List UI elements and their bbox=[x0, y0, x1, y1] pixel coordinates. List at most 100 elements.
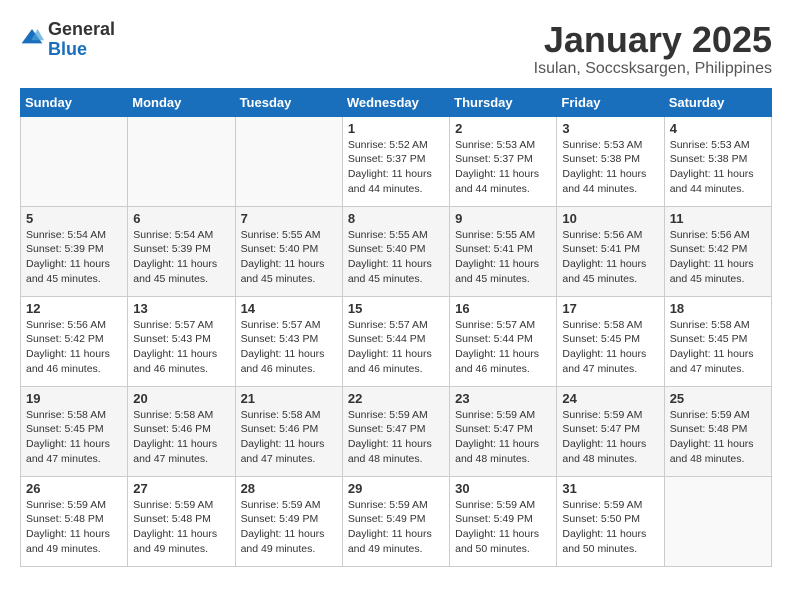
day-info: Sunrise: 5:57 AM Sunset: 5:43 PM Dayligh… bbox=[133, 318, 229, 377]
logo-general: General bbox=[48, 20, 115, 40]
calendar-cell: 22 Sunrise: 5:59 AM Sunset: 5:47 PM Dayli… bbox=[342, 386, 449, 476]
day-number: 25 bbox=[670, 391, 766, 406]
day-info: Sunrise: 5:56 AM Sunset: 5:42 PM Dayligh… bbox=[670, 228, 766, 287]
day-info: Sunrise: 5:59 AM Sunset: 5:47 PM Dayligh… bbox=[348, 408, 444, 467]
logo-icon bbox=[20, 27, 44, 47]
calendar-cell: 21 Sunrise: 5:58 AM Sunset: 5:46 PM Dayli… bbox=[235, 386, 342, 476]
day-info: Sunrise: 5:59 AM Sunset: 5:49 PM Dayligh… bbox=[241, 498, 337, 557]
calendar-title: January 2025 bbox=[534, 20, 772, 60]
week-row-3: 12 Sunrise: 5:56 AM Sunset: 5:42 PM Dayli… bbox=[21, 296, 772, 386]
day-number: 16 bbox=[455, 301, 551, 316]
calendar-cell: 3 Sunrise: 5:53 AM Sunset: 5:38 PM Daylig… bbox=[557, 116, 664, 206]
calendar-cell: 8Sunrise: 5:55 AM Sunset: 5:40 PM Daylig… bbox=[342, 206, 449, 296]
day-info: Sunrise: 5:53 AM Sunset: 5:37 PM Dayligh… bbox=[455, 138, 551, 197]
week-row-5: 26 Sunrise: 5:59 AM Sunset: 5:48 PM Dayli… bbox=[21, 476, 772, 566]
calendar-cell: 25 Sunrise: 5:59 AM Sunset: 5:48 PM Dayli… bbox=[664, 386, 771, 476]
calendar-cell: 30Sunrise: 5:59 AM Sunset: 5:49 PM Dayli… bbox=[450, 476, 557, 566]
day-info: Sunrise: 5:55 AM Sunset: 5:40 PM Dayligh… bbox=[241, 228, 337, 287]
calendar-cell bbox=[664, 476, 771, 566]
day-info: Sunrise: 5:59 AM Sunset: 5:48 PM Dayligh… bbox=[670, 408, 766, 467]
day-info: Sunrise: 5:57 AM Sunset: 5:44 PM Dayligh… bbox=[348, 318, 444, 377]
calendar-cell: 16 Sunrise: 5:57 AM Sunset: 5:44 PM Dayli… bbox=[450, 296, 557, 386]
day-number: 9 bbox=[455, 211, 551, 226]
calendar-cell: 20 Sunrise: 5:58 AM Sunset: 5:46 PM Dayli… bbox=[128, 386, 235, 476]
day-info: Sunrise: 5:59 AM Sunset: 5:47 PM Dayligh… bbox=[455, 408, 551, 467]
calendar-cell: 23 Sunrise: 5:59 AM Sunset: 5:47 PM Dayli… bbox=[450, 386, 557, 476]
day-info: Sunrise: 5:53 AM Sunset: 5:38 PM Dayligh… bbox=[562, 138, 658, 197]
calendar-cell: 18Sunrise: 5:58 AM Sunset: 5:45 PM Dayli… bbox=[664, 296, 771, 386]
day-info: Sunrise: 5:54 AM Sunset: 5:39 PM Dayligh… bbox=[26, 228, 122, 287]
calendar-body: 1Sunrise: 5:52 AM Sunset: 5:37 PM Daylig… bbox=[21, 116, 772, 566]
logo: General Blue bbox=[20, 20, 115, 60]
calendar-header-row: SundayMondayTuesdayWednesdayThursdayFrid… bbox=[21, 88, 772, 116]
calendar-cell: 12 Sunrise: 5:56 AM Sunset: 5:42 PM Dayli… bbox=[21, 296, 128, 386]
day-number: 20 bbox=[133, 391, 229, 406]
day-number: 15 bbox=[348, 301, 444, 316]
day-number: 10 bbox=[562, 211, 658, 226]
day-info: Sunrise: 5:56 AM Sunset: 5:41 PM Dayligh… bbox=[562, 228, 658, 287]
day-number: 6 bbox=[133, 211, 229, 226]
header-thursday: Thursday bbox=[450, 88, 557, 116]
title-section: January 2025 Isulan, Soccsksargen, Phili… bbox=[534, 20, 772, 78]
calendar-cell: 19 Sunrise: 5:58 AM Sunset: 5:45 PM Dayli… bbox=[21, 386, 128, 476]
header-saturday: Saturday bbox=[664, 88, 771, 116]
day-number: 17 bbox=[562, 301, 658, 316]
calendar-cell: 11 Sunrise: 5:56 AM Sunset: 5:42 PM Dayli… bbox=[664, 206, 771, 296]
day-number: 19 bbox=[26, 391, 122, 406]
header-sunday: Sunday bbox=[21, 88, 128, 116]
calendar-cell: 7 Sunrise: 5:55 AM Sunset: 5:40 PM Daylig… bbox=[235, 206, 342, 296]
header-monday: Monday bbox=[128, 88, 235, 116]
day-number: 7 bbox=[241, 211, 337, 226]
day-number: 22 bbox=[348, 391, 444, 406]
calendar-cell: 15 Sunrise: 5:57 AM Sunset: 5:44 PM Dayli… bbox=[342, 296, 449, 386]
day-number: 2 bbox=[455, 121, 551, 136]
header-tuesday: Tuesday bbox=[235, 88, 342, 116]
day-info: Sunrise: 5:57 AM Sunset: 5:43 PM Dayligh… bbox=[241, 318, 337, 377]
day-number: 29 bbox=[348, 481, 444, 496]
day-info: Sunrise: 5:58 AM Sunset: 5:45 PM Dayligh… bbox=[26, 408, 122, 467]
day-info: Sunrise: 5:58 AM Sunset: 5:45 PM Dayligh… bbox=[562, 318, 658, 377]
day-number: 13 bbox=[133, 301, 229, 316]
day-number: 27 bbox=[133, 481, 229, 496]
calendar-cell: 10 Sunrise: 5:56 AM Sunset: 5:41 PM Dayli… bbox=[557, 206, 664, 296]
day-info: Sunrise: 5:54 AM Sunset: 5:39 PM Dayligh… bbox=[133, 228, 229, 287]
day-number: 1 bbox=[348, 121, 444, 136]
logo-blue: Blue bbox=[48, 40, 115, 60]
day-number: 4 bbox=[670, 121, 766, 136]
day-info: Sunrise: 5:56 AM Sunset: 5:42 PM Dayligh… bbox=[26, 318, 122, 377]
day-number: 21 bbox=[241, 391, 337, 406]
day-info: Sunrise: 5:59 AM Sunset: 5:50 PM Dayligh… bbox=[562, 498, 658, 557]
day-number: 31 bbox=[562, 481, 658, 496]
calendar-table: SundayMondayTuesdayWednesdayThursdayFrid… bbox=[20, 88, 772, 567]
week-row-1: 1Sunrise: 5:52 AM Sunset: 5:37 PM Daylig… bbox=[21, 116, 772, 206]
day-info: Sunrise: 5:58 AM Sunset: 5:46 PM Dayligh… bbox=[241, 408, 337, 467]
day-number: 30 bbox=[455, 481, 551, 496]
calendar-cell: 14Sunrise: 5:57 AM Sunset: 5:43 PM Dayli… bbox=[235, 296, 342, 386]
header-friday: Friday bbox=[557, 88, 664, 116]
day-info: Sunrise: 5:59 AM Sunset: 5:49 PM Dayligh… bbox=[348, 498, 444, 557]
day-info: Sunrise: 5:55 AM Sunset: 5:40 PM Dayligh… bbox=[348, 228, 444, 287]
calendar-cell: 24Sunrise: 5:59 AM Sunset: 5:47 PM Dayli… bbox=[557, 386, 664, 476]
header-wednesday: Wednesday bbox=[342, 88, 449, 116]
day-number: 26 bbox=[26, 481, 122, 496]
day-info: Sunrise: 5:58 AM Sunset: 5:46 PM Dayligh… bbox=[133, 408, 229, 467]
calendar-cell: 17 Sunrise: 5:58 AM Sunset: 5:45 PM Dayli… bbox=[557, 296, 664, 386]
calendar-cell bbox=[21, 116, 128, 206]
day-number: 11 bbox=[670, 211, 766, 226]
day-number: 28 bbox=[241, 481, 337, 496]
day-number: 24 bbox=[562, 391, 658, 406]
day-number: 23 bbox=[455, 391, 551, 406]
day-info: Sunrise: 5:53 AM Sunset: 5:38 PM Dayligh… bbox=[670, 138, 766, 197]
calendar-cell: 26Sunrise: 5:59 AM Sunset: 5:48 PM Dayli… bbox=[21, 476, 128, 566]
calendar-cell: 6 Sunrise: 5:54 AM Sunset: 5:39 PM Daylig… bbox=[128, 206, 235, 296]
week-row-2: 5Sunrise: 5:54 AM Sunset: 5:39 PM Daylig… bbox=[21, 206, 772, 296]
day-number: 18 bbox=[670, 301, 766, 316]
calendar-cell: 13 Sunrise: 5:57 AM Sunset: 5:43 PM Dayli… bbox=[128, 296, 235, 386]
calendar-cell: 27 Sunrise: 5:59 AM Sunset: 5:48 PM Dayli… bbox=[128, 476, 235, 566]
day-info: Sunrise: 5:59 AM Sunset: 5:48 PM Dayligh… bbox=[133, 498, 229, 557]
day-number: 3 bbox=[562, 121, 658, 136]
calendar-cell: 31 Sunrise: 5:59 AM Sunset: 5:50 PM Dayli… bbox=[557, 476, 664, 566]
calendar-subtitle: Isulan, Soccsksargen, Philippines bbox=[534, 60, 772, 78]
day-info: Sunrise: 5:57 AM Sunset: 5:44 PM Dayligh… bbox=[455, 318, 551, 377]
day-number: 12 bbox=[26, 301, 122, 316]
